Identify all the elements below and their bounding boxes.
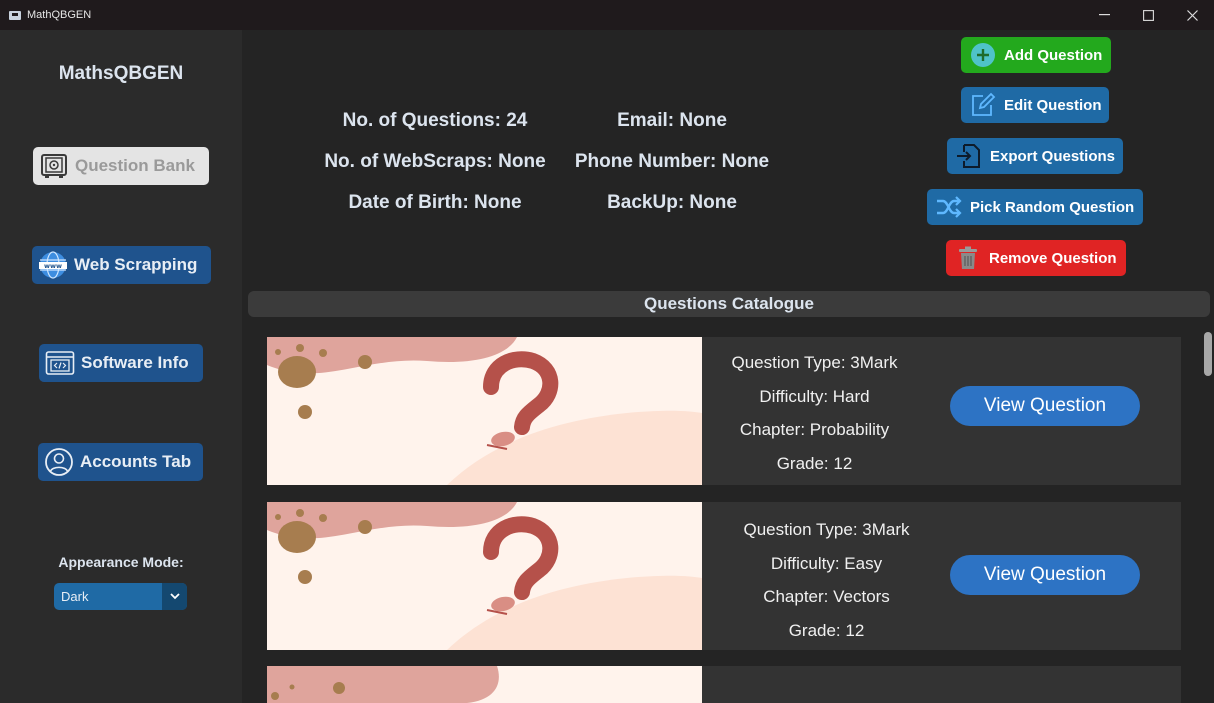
question-details: Question Type: 3Mark Difficulty: Easy Ch… [719, 513, 934, 647]
sidebar-brand: MathsQBGEN [58, 63, 184, 84]
question-mark-illustration [267, 337, 702, 485]
sidebar-item-web-scrapping[interactable]: www Web Scrapping [32, 246, 211, 284]
question-card: Question Type: 3Mark Difficulty: Easy Ch… [267, 502, 1181, 650]
pick-random-question-label: Pick Random Question [970, 198, 1135, 216]
stat-backup: BackUp: None [607, 192, 737, 213]
trash-icon [954, 244, 982, 272]
globe-www-icon: www [38, 250, 68, 280]
export-questions-label: Export Questions [990, 147, 1116, 165]
remove-question-button[interactable]: Remove Question [946, 240, 1126, 276]
safe-icon [39, 151, 69, 181]
appearance-mode-label: Appearance Mode: [58, 554, 184, 570]
svg-text:www: www [44, 262, 62, 270]
question-type: Question Type: 3Mark [731, 353, 898, 372]
sidebar-item-label: Question Bank [75, 156, 195, 175]
shuffle-icon [935, 193, 963, 221]
export-questions-button[interactable]: Export Questions [947, 138, 1123, 174]
export-file-icon [955, 142, 983, 170]
sidebar-item-label: Web Scrapping [74, 255, 198, 274]
question-grade: Grade: 12 [788, 620, 865, 640]
question-card [267, 666, 1181, 703]
catalogue-scrollbar[interactable] [1204, 332, 1212, 376]
window-title: MathQBGEN [27, 9, 92, 21]
sidebar-item-label: Accounts Tab [80, 452, 192, 471]
sidebar-item-software-info[interactable]: Software Info [39, 344, 203, 382]
sidebar-item-accounts-tab[interactable]: Accounts Tab [38, 443, 203, 481]
question-grade: Grade: 12 [776, 453, 853, 473]
minimize-button[interactable] [1082, 0, 1126, 30]
user-icon [44, 447, 74, 477]
stat-phone-number: Phone Number: None [574, 151, 770, 172]
stat-date-of-birth: Date of Birth: None [348, 192, 522, 213]
question-chapter: Chapter: Vectors [763, 587, 890, 606]
question-chapter: Chapter: Probability [739, 420, 890, 439]
question-difficulty: Difficulty: Hard [759, 386, 870, 406]
app-icon [9, 10, 21, 20]
view-question-button[interactable]: View Question [950, 386, 1140, 426]
questions-catalogue-header: Questions Catalogue [248, 291, 1210, 317]
maximize-icon [1142, 9, 1154, 21]
code-window-icon [45, 348, 75, 378]
pick-random-question-button[interactable]: Pick Random Question [927, 189, 1143, 225]
stat-email: Email: None [617, 110, 727, 131]
view-question-button[interactable]: View Question [950, 555, 1140, 595]
chevron-down-icon[interactable] [162, 583, 187, 610]
close-icon [1186, 9, 1198, 21]
question-mark-illustration [267, 502, 702, 650]
minimize-icon [1098, 14, 1110, 16]
edit-pencil-icon [969, 91, 997, 119]
question-details: Question Type: 3Mark Difficulty: Hard Ch… [707, 346, 922, 480]
maximize-button[interactable] [1126, 0, 1170, 30]
edit-question-label: Edit Question [1004, 96, 1102, 114]
sidebar: MathsQBGEN Question Bank www Web Scrappi… [0, 30, 242, 703]
edit-question-button[interactable]: Edit Question [961, 87, 1109, 123]
add-question-label: Add Question [1004, 46, 1103, 64]
appearance-mode-value: Dark [61, 589, 89, 604]
sidebar-item-question-bank[interactable]: Question Bank [33, 147, 209, 185]
plus-circle-icon [969, 41, 997, 69]
window-controls [1082, 0, 1214, 30]
question-mark-illustration [267, 666, 702, 703]
stat-webscraps: No. of WebScraps: None [324, 151, 546, 172]
appearance-mode-select[interactable]: Dark [54, 583, 187, 610]
sidebar-item-label: Software Info [81, 353, 189, 372]
add-question-button[interactable]: Add Question [961, 37, 1111, 73]
close-button[interactable] [1170, 0, 1214, 30]
stat-question-count: No. of Questions: 24 [342, 110, 528, 131]
title-bar: MathQBGEN [0, 0, 1214, 30]
remove-question-label: Remove Question [989, 249, 1117, 267]
question-card: Question Type: 3Mark Difficulty: Hard Ch… [267, 337, 1181, 485]
question-type: Question Type: 3Mark [743, 520, 910, 539]
question-difficulty: Difficulty: Easy [770, 553, 883, 573]
